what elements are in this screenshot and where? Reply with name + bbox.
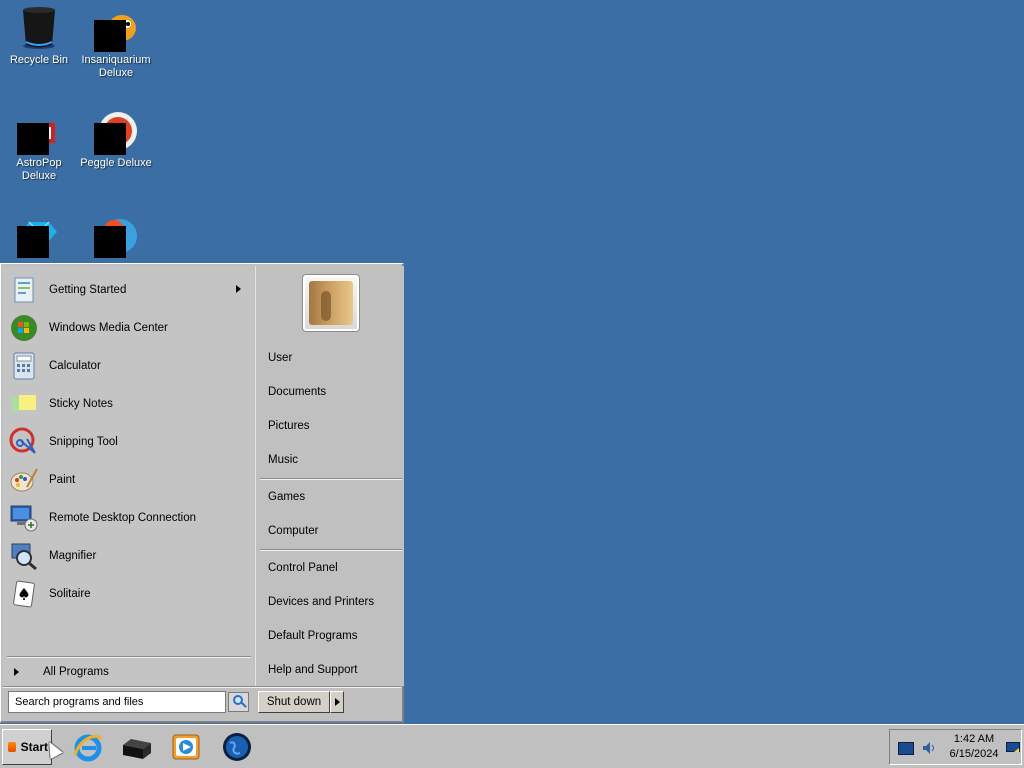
bird-icon [94,212,138,258]
desktop-icon-label: Peggle Deluxe [80,157,152,169]
game-box-icon[interactable] [121,731,153,763]
program-label: Solitaire [49,588,91,600]
network-icon[interactable] [898,742,914,755]
program-paint[interactable]: Paint [9,462,249,498]
program-solitaire[interactable]: Solitaire [9,576,249,612]
desktop-icon-recycle-bin[interactable]: Recycle Bin [0,0,78,67]
search-button[interactable] [228,692,249,712]
link-user[interactable]: User [268,348,398,368]
remote-desktop-icon [9,503,39,533]
redacted-block [17,123,49,155]
action-center-icon[interactable] [1006,742,1020,757]
getting-started-icon [9,275,39,305]
desktop-icon-insaniquarium[interactable]: Insaniquarium Deluxe [77,0,155,80]
link-games[interactable]: Games [268,487,398,507]
divider [260,478,402,480]
media-player-icon[interactable] [170,731,202,763]
fish-icon [94,6,138,52]
all-programs-label: All Programs [43,666,109,678]
divider [3,686,401,688]
start-menu: Getting Started Windows Media Center Cal… [0,263,404,723]
program-label: Sticky Notes [49,398,113,410]
system-tray: 1:42 AM 6/15/2024 [889,729,1022,765]
all-programs-button[interactable]: All Programs [3,659,253,685]
desktop-icon-label: Insaniquarium Deluxe [81,54,151,79]
chevron-right-icon [14,668,19,676]
desktop-icon-label: AstroPop Deluxe [16,157,62,182]
recycle-bin-icon [17,6,61,50]
submenu-arrow-icon [236,285,241,293]
windows-media-center-icon [9,313,39,343]
desktop-icon-gem[interactable] [0,206,78,260]
desktop-icon-astropop[interactable]: AstroPop Deluxe [0,103,78,183]
astropop-icon [17,109,61,155]
start-logo-icon [8,742,16,752]
user-avatar[interactable] [302,274,360,332]
shutdown-button[interactable]: Shut down [258,691,330,713]
desktop-icon-peggle[interactable]: Peggle Deluxe [77,103,155,170]
program-getting-started[interactable]: Getting Started [9,272,249,308]
program-sticky-notes[interactable]: Sticky Notes [9,386,249,422]
link-devices-and-printers[interactable]: Devices and Printers [268,592,398,612]
globe-icon[interactable] [221,731,253,763]
link-default-programs[interactable]: Default Programs [268,626,398,646]
program-snipping-tool[interactable]: Snipping Tool [9,424,249,460]
link-control-panel[interactable]: Control Panel [268,558,398,578]
clock-date[interactable]: 6/15/2024 [946,748,1002,760]
desktop-icon-bird[interactable] [77,206,155,260]
program-label: Remote Desktop Connection [49,512,197,524]
program-label: Calculator [49,360,101,372]
link-documents[interactable]: Documents [268,382,398,402]
divider [260,549,402,551]
start-menu-places-pane: User Documents Pictures Music Games Comp… [255,266,404,686]
link-pictures[interactable]: Pictures [268,416,398,436]
calculator-icon [9,351,39,381]
divider [7,656,251,658]
program-label: Paint [49,474,76,486]
program-windows-media-center[interactable]: Windows Media Center [9,310,249,346]
program-label: Windows Media Center [49,322,168,334]
guitar-picture-icon [309,281,353,325]
search-input[interactable]: Search programs and files [8,691,226,713]
program-label: Magnifier [49,550,97,562]
link-music[interactable]: Music [268,450,398,470]
program-remote-desktop[interactable]: Remote Desktop Connection [9,500,249,536]
redacted-block [94,20,126,52]
magnifier-icon [9,541,39,571]
paint-icon [9,465,39,495]
gem-icon [17,212,61,258]
sticky-notes-icon [9,389,39,419]
redacted-block [17,226,49,258]
redacted-block [94,226,126,258]
taskbar: Start 1:42 AM 6/15/2024 [0,724,1024,768]
program-calculator[interactable]: Calculator [9,348,249,384]
solitaire-icon [9,579,39,609]
program-magnifier[interactable]: Magnifier [9,538,249,574]
chevron-right-icon [335,698,340,706]
desktop-icon-label: Recycle Bin [9,54,69,66]
link-computer[interactable]: Computer [268,521,398,541]
volume-icon[interactable] [922,740,936,759]
peggle-icon [94,109,138,155]
snipping-tool-icon [9,427,39,457]
internet-explorer-icon[interactable] [72,731,104,763]
program-label: Getting Started [49,284,127,296]
clock-time[interactable]: 1:42 AM [946,733,1002,745]
redacted-block [94,123,126,155]
shutdown-options-button[interactable] [330,691,344,713]
program-label: Snipping Tool [49,436,118,448]
link-help-and-support[interactable]: Help and Support [268,660,398,680]
start-menu-programs-pane: Getting Started Windows Media Center Cal… [3,266,253,686]
